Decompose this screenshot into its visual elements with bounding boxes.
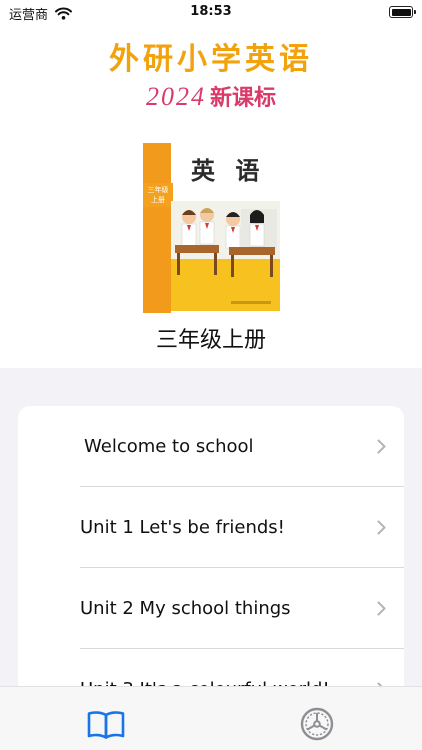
cover-grade-tag-line2: 上册 (151, 196, 165, 204)
list-item[interactable]: Unit 1 Let's be friends! (18, 487, 404, 567)
tab-bar (0, 686, 422, 750)
app-screen: 运营商 18:53 外研小学英语 2024 新课标 三年级 上册 英 语 三年级… (0, 0, 422, 750)
unit-label: Unit 1 Let's be friends! (80, 517, 285, 538)
tab-settings[interactable] (211, 687, 422, 750)
settings-icon (300, 707, 333, 741)
book-icon (87, 711, 124, 739)
cover-illustration (171, 201, 280, 311)
subtitle-standard: 新课标 (209, 86, 276, 111)
chevron-right-icon (377, 520, 386, 535)
book-cover[interactable]: 三年级 上册 英 语 (143, 143, 280, 313)
tab-books[interactable] (0, 687, 211, 750)
unit-label: Welcome to school (84, 436, 254, 457)
unit-list: Welcome to school Unit 1 Let's be friend… (18, 406, 404, 706)
list-item[interactable]: Welcome to school (18, 406, 404, 486)
battery-icon (389, 6, 416, 18)
chevron-right-icon (377, 439, 386, 454)
cover-title: 英 语 (191, 157, 266, 185)
list-item[interactable]: Unit 2 My school things (18, 568, 404, 648)
header: 外研小学英语 2024 新课标 三年级 上册 英 语 三年级上册 (0, 24, 422, 368)
unit-label: Unit 2 My school things (80, 598, 291, 619)
subtitle: 2024 新课标 (0, 80, 422, 112)
subtitle-year: 2024 (145, 82, 206, 111)
book-grade-label: 三年级上册 (155, 328, 266, 353)
cover-grade-tag: 三年级 上册 (143, 183, 173, 207)
clock: 18:53 (190, 4, 232, 19)
cover-spine (143, 143, 171, 313)
chevron-right-icon (377, 601, 386, 616)
cover-grade-tag-line1: 三年级 (147, 186, 169, 194)
app-title: 外研小学英语 (109, 42, 313, 77)
status-bar: 运营商 18:53 (0, 0, 422, 24)
